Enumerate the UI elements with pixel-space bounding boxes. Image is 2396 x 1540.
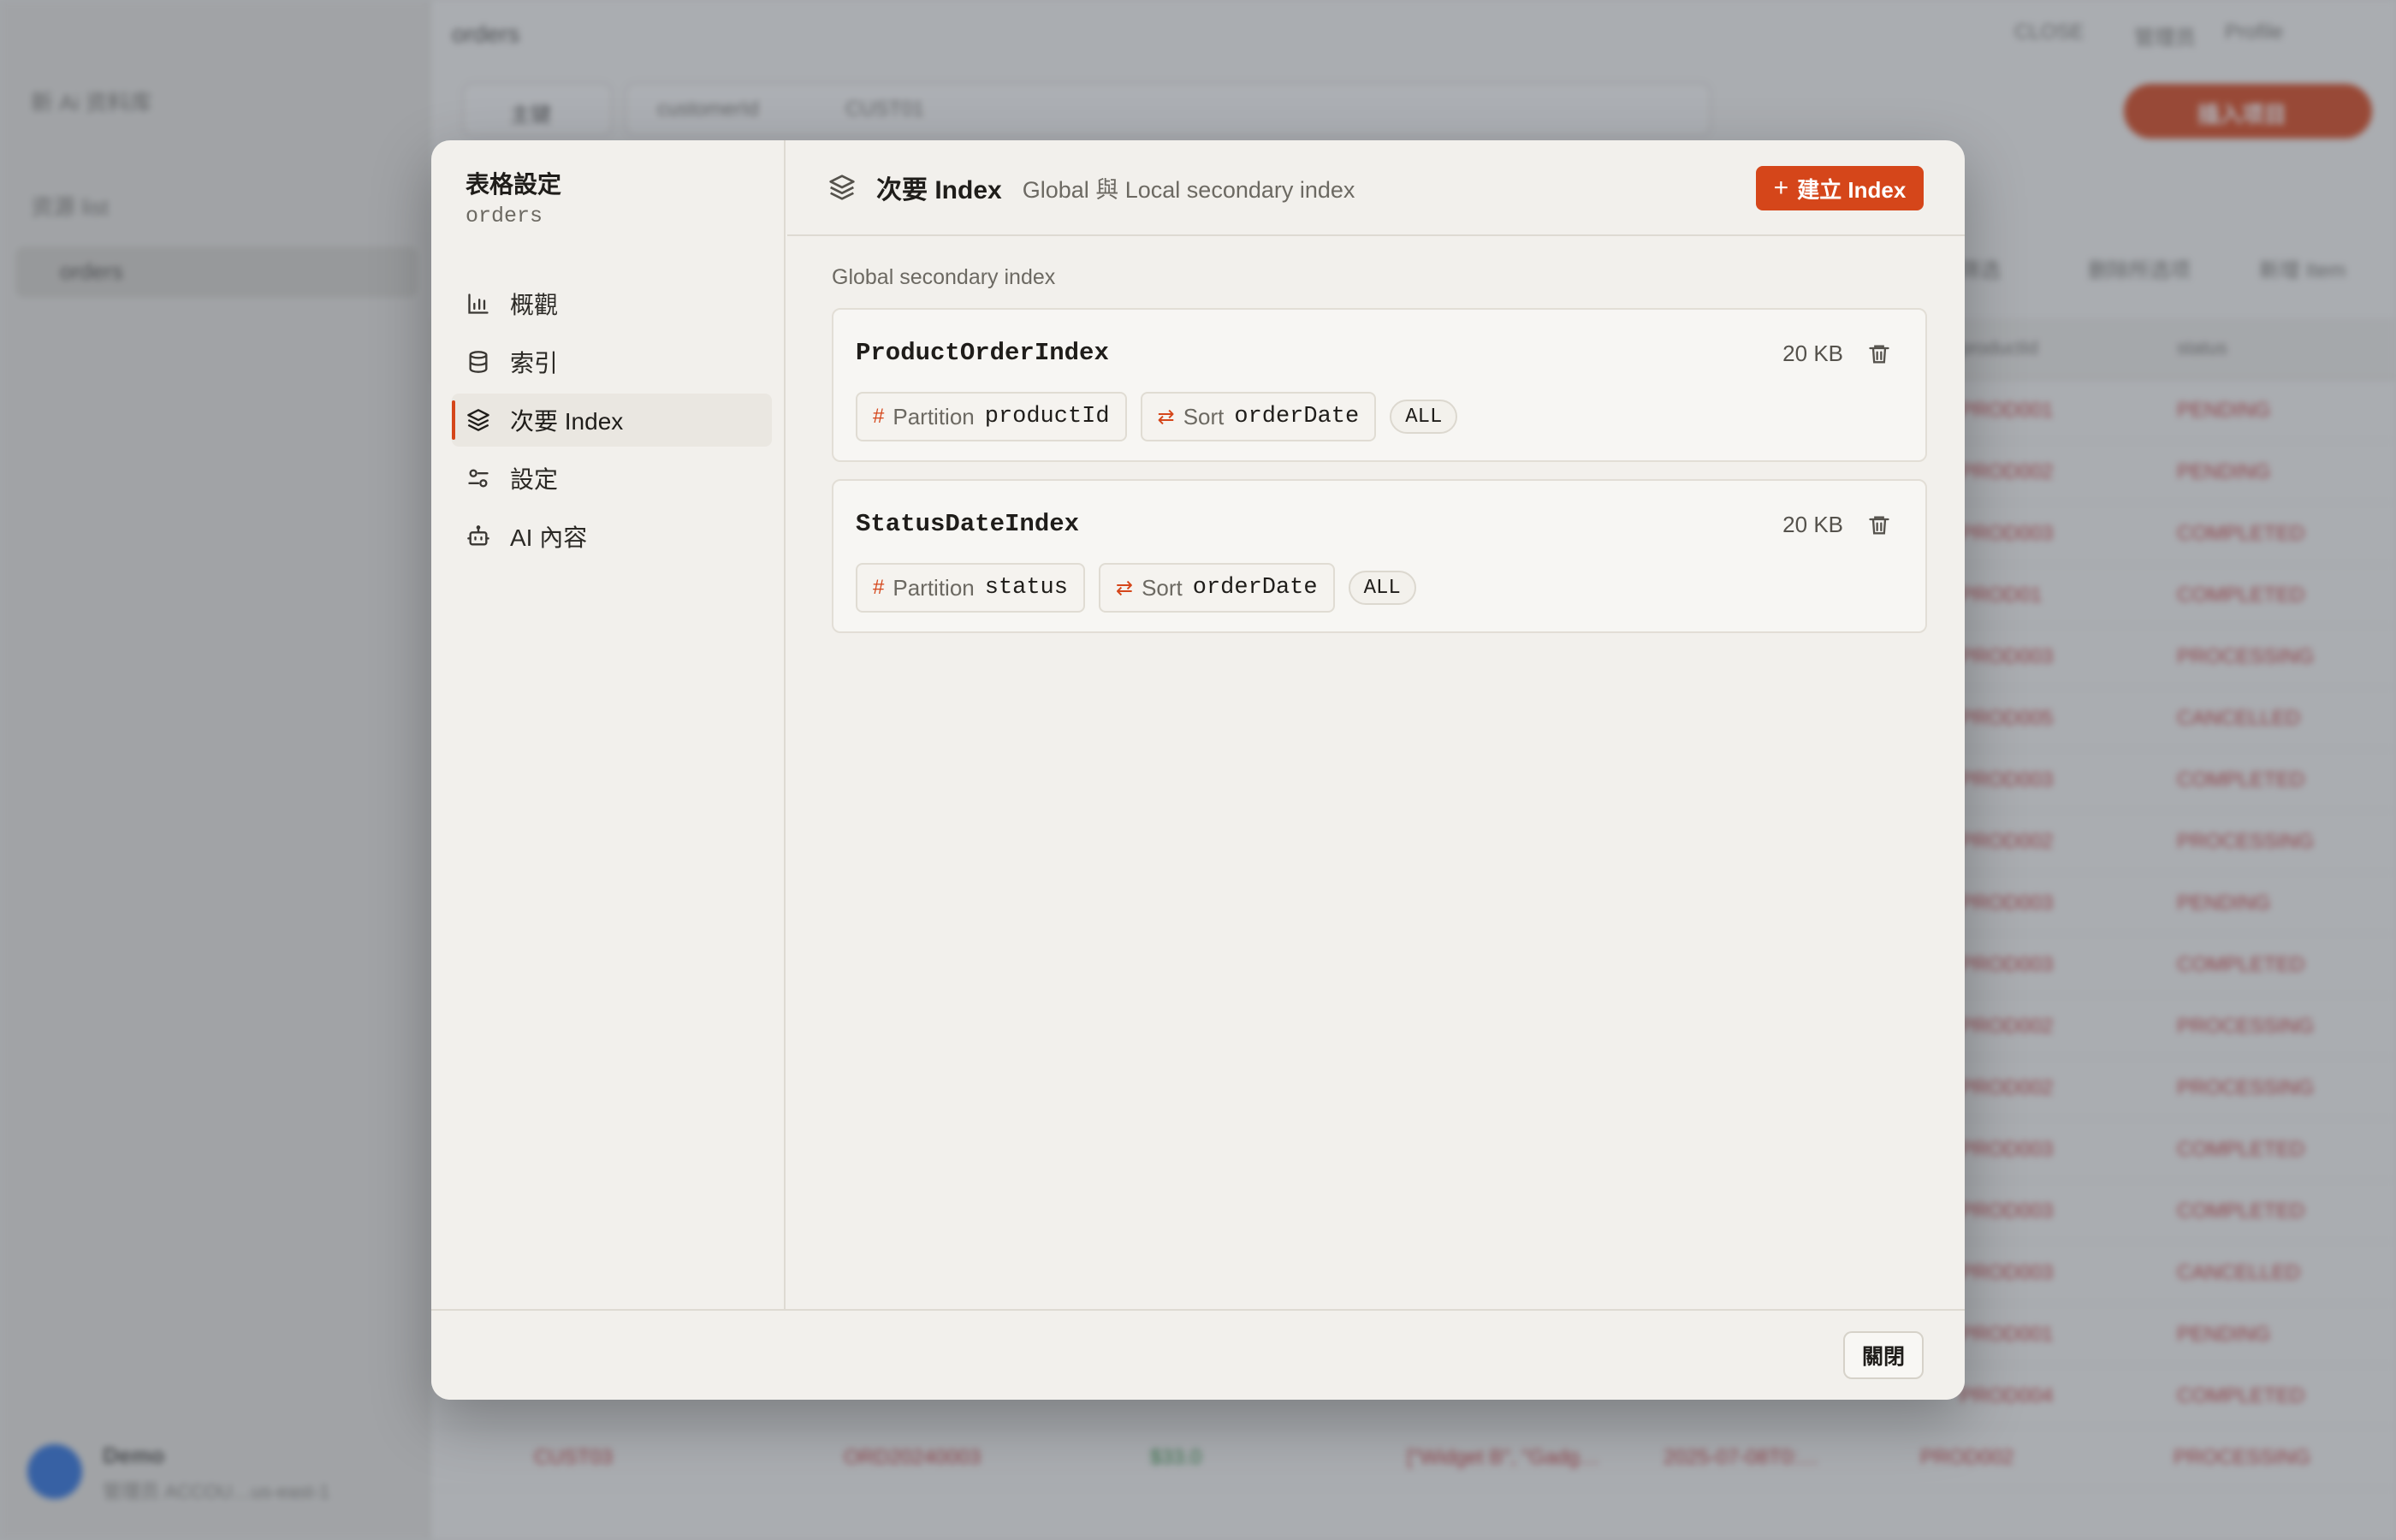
swap-icon: ⇄ (1115, 576, 1134, 600)
panel-header: 次要 Index Global 與 Local secondary index … (787, 140, 1965, 236)
hash-icon: # (873, 405, 885, 428)
index-name: StatusDateIndex (856, 510, 1080, 538)
projection-badge: ALL (1348, 571, 1416, 605)
secondary-index-panel: 次要 Index Global 與 Local secondary index … (787, 140, 1965, 1309)
plus-icon: + (1773, 174, 1789, 202)
panel-subtitle: Global 與 Local secondary index (1022, 176, 1355, 203)
swap-icon: ⇄ (1157, 405, 1175, 429)
chip-value: orderDate (1234, 404, 1360, 429)
index-name: ProductOrderIndex (856, 339, 1109, 367)
hash-icon: # (873, 576, 885, 599)
close-button[interactable]: 關閉 (1843, 1331, 1924, 1379)
nav-item-indexes[interactable]: 索引 (452, 335, 772, 388)
index-size: 20 KB (1782, 341, 1843, 366)
dialog-title: 表格設定 (466, 171, 562, 198)
chip-label: Partition (893, 574, 975, 601)
bar-chart-icon (466, 291, 491, 317)
layers-icon (828, 173, 857, 202)
section-label-gsi: Global secondary index (832, 265, 1056, 289)
projection-badge: ALL (1390, 400, 1458, 434)
create-index-label: 建立 Index (1797, 176, 1907, 203)
chip-value: status (984, 575, 1068, 601)
index-card: ProductOrderIndex 20 KB # Partition prod… (832, 308, 1927, 462)
table-settings-dialog: 表格設定 orders 概觀 索引 次要 Index 設定 AI 內容 次要 I… (431, 140, 1965, 1400)
trash-icon[interactable] (1867, 342, 1891, 366)
nav-item-label: AI 內容 (510, 524, 588, 551)
sort-key-chip: ⇄ Sort orderDate (1140, 392, 1377, 441)
settings-sidebar: 表格設定 orders 概觀 索引 次要 Index 設定 AI 內容 (431, 140, 786, 1309)
chip-label: Partition (893, 403, 975, 429)
table-name: orders (466, 204, 543, 228)
index-card: StatusDateIndex 20 KB # Partition status… (832, 479, 1927, 633)
nav-item-label: 設定 (510, 466, 559, 493)
create-index-button[interactable]: + 建立 Index (1756, 166, 1924, 210)
nav-item-label: 索引 (510, 350, 559, 376)
sort-key-chip: ⇄ Sort orderDate (1098, 563, 1335, 613)
robot-icon (466, 524, 491, 549)
panel-title: 次要 Index (876, 176, 1002, 204)
partition-key-chip: # Partition productId (856, 392, 1127, 441)
nav-item-settings[interactable]: 設定 (452, 452, 772, 505)
key-chips: # Partition productId ⇄ Sort orderDate A… (856, 392, 1458, 441)
sliders-icon (466, 465, 491, 491)
partition-key-chip: # Partition status (856, 563, 1085, 613)
index-size: 20 KB (1782, 512, 1843, 537)
chip-label: Sort (1183, 403, 1225, 429)
database-icon (466, 349, 491, 375)
nav-item-label: 次要 Index (510, 408, 624, 435)
dialog-footer: 關閉 (431, 1309, 1965, 1400)
chip-label: Sort (1142, 574, 1183, 601)
layers-icon (466, 407, 491, 433)
nav-item-ai-content[interactable]: AI 內容 (452, 510, 772, 563)
nav-item-overview[interactable]: 概觀 (452, 277, 772, 330)
nav-item-label: 概觀 (510, 292, 559, 318)
chip-value: orderDate (1192, 575, 1318, 601)
nav-item-secondary-index[interactable]: 次要 Index (452, 394, 772, 447)
trash-icon[interactable] (1867, 513, 1891, 537)
key-chips: # Partition status ⇄ Sort orderDate ALL (856, 563, 1416, 613)
chip-value: productId (984, 404, 1110, 429)
